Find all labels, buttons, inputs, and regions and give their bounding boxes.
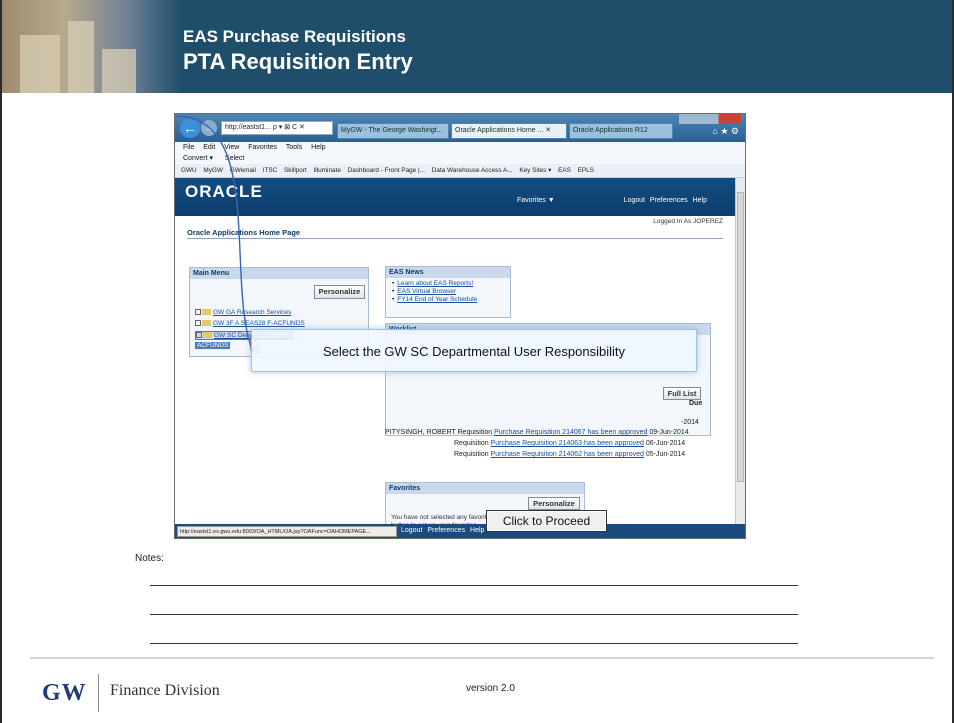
oracle-footer-links[interactable]: Logout Preferences Help bbox=[401, 527, 484, 534]
notes-line bbox=[150, 643, 798, 644]
gw-logo: GW bbox=[42, 680, 87, 706]
header-subtitle: PTA Requisition Entry bbox=[183, 49, 413, 74]
status-url: http://eastst1.es.gwu.edu:8003/OA_HTML/O… bbox=[177, 526, 397, 537]
header-title: EAS Purchase Requisitions bbox=[183, 27, 406, 46]
notes-label: Notes: bbox=[135, 553, 164, 564]
finance-division-label: Finance Division bbox=[110, 682, 220, 699]
logo-separator bbox=[98, 674, 99, 712]
click-to-proceed-button[interactable]: Click to Proceed bbox=[486, 510, 607, 532]
campus-photo bbox=[2, 0, 182, 93]
instruction-callout: Select the GW SC Departmental User Respo… bbox=[251, 329, 697, 372]
cursor-path-overlay bbox=[176, 115, 261, 354]
notes-line bbox=[150, 585, 798, 586]
browser-screenshot: ← → http://eastst1... ρ ▾ ⊠ C ✕ MyGW - T… bbox=[174, 113, 746, 539]
version-label: version 2.0 bbox=[466, 683, 515, 694]
slide: EAS Purchase Requisitions PTA Requisitio… bbox=[0, 0, 954, 723]
slide-header: EAS Purchase Requisitions PTA Requisitio… bbox=[2, 0, 952, 93]
notes-line bbox=[150, 614, 798, 615]
status-bar: http://eastst1.es.gwu.edu:8003/OA_HTML/O… bbox=[175, 524, 745, 538]
cursor-path-line bbox=[176, 115, 254, 353]
footer-divider bbox=[30, 657, 934, 659]
